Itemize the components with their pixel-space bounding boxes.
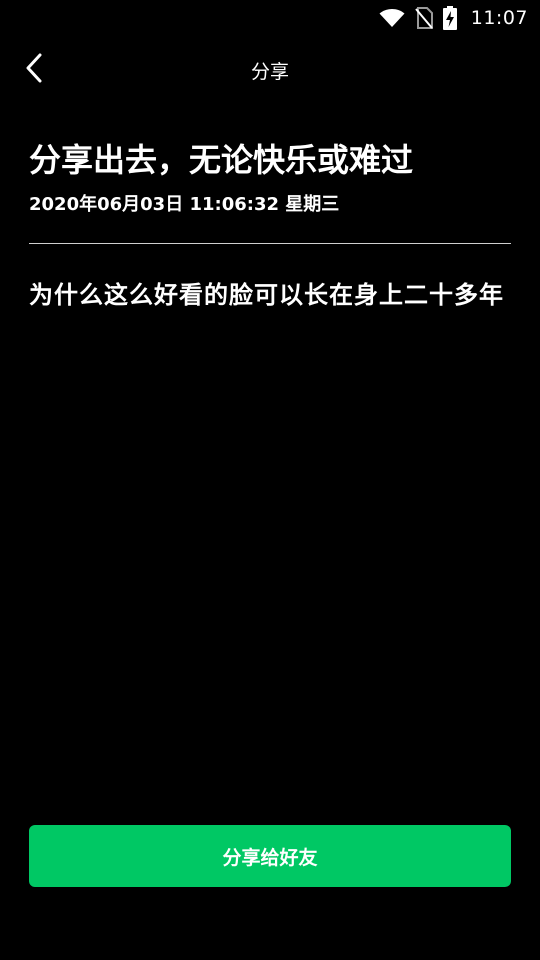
divider — [29, 243, 511, 244]
share-screen: 11:07 分享 分享出去，无论快乐或难过 2020年06月03日 11:06:… — [0, 0, 540, 960]
chevron-left-icon — [24, 52, 44, 88]
share-to-friends-button[interactable]: 分享给好友 — [29, 825, 511, 887]
headline: 分享出去，无论快乐或难过 — [29, 141, 414, 179]
status-icons: 11:07 — [379, 6, 528, 30]
page-title: 分享 — [250, 60, 289, 83]
back-button[interactable] — [16, 52, 52, 88]
app-bar: 分享 — [0, 44, 540, 96]
share-content: 分享出去，无论快乐或难过 2020年06月03日 11:06:32 星期三 为什… — [29, 138, 511, 322]
battery-charging-icon — [442, 6, 457, 30]
status-time: 11:07 — [470, 7, 528, 29]
timestamp: 2020年06月03日 11:06:32 星期三 — [29, 194, 340, 215]
share-text: 为什么这么好看的脸可以长在身上二十多年 — [29, 281, 504, 309]
no-sim-icon — [414, 7, 433, 29]
wifi-icon — [379, 8, 405, 28]
status-bar: 11:07 — [0, 0, 540, 36]
